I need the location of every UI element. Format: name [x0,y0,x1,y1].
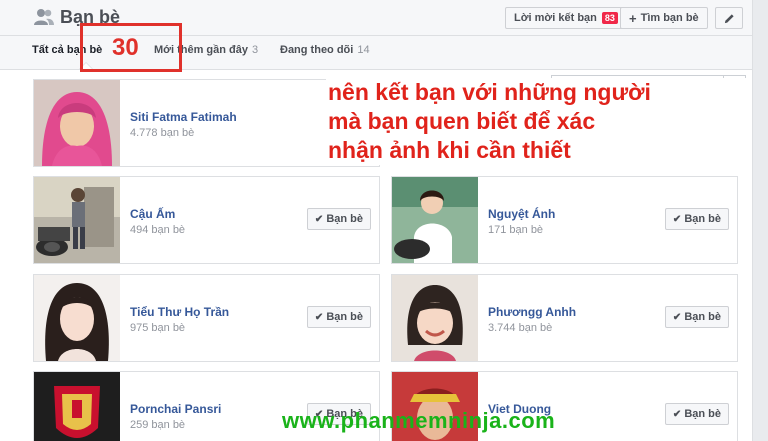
check-icon: ✔ [672,213,682,225]
friend-count: 171 bạn bè [488,224,544,236]
friend-photo[interactable] [392,275,478,361]
right-sidebar-edge [752,0,768,441]
friend-status-button[interactable]: ✔ Bạn bè [306,208,371,230]
friend-status-button[interactable]: ✔ Bạn bè [306,306,371,328]
check-icon: ✔ [314,213,324,225]
friend-name[interactable]: Nguyệt Ánh [488,207,555,221]
friend-card: Phươngg Anhh 3.744 bạn bè ✔ Bạn bè [391,274,738,362]
friend-count: 259 bạn bè [130,419,186,431]
advice-annotation: nên kết bạn với những người mà bạn quen … [326,78,746,165]
friend-count: 494 bạn bè [130,224,186,236]
friends-icon [34,9,54,25]
friend-photo[interactable] [34,177,120,263]
pencil-icon [724,13,734,23]
friend-name[interactable]: Cậu Ấm [130,207,175,221]
friend-card: Cậu Ấm 494 bạn bè ✔ Bạn bè [33,176,380,264]
friend-count: 975 bạn bè [130,322,186,334]
find-friends-button[interactable]: + Tìm bạn bè [620,7,708,29]
friend-name[interactable]: Tiểu Thư Họ Trần [130,305,229,319]
friend-requests-label: Lời mời kết bạn [514,12,597,24]
friend-count-annotation: 30 [112,34,139,61]
friend-count: 4.778 bạn bè [130,127,195,139]
site-watermark: www.phanmemninja.com [282,408,556,433]
friend-card: Tiểu Thư Họ Trần 975 bạn bè ✔ Bạn bè [33,274,380,362]
friend-photo[interactable] [34,372,120,441]
friend-count: 3.744 bạn bè [488,322,553,334]
friend-photo[interactable] [34,275,120,361]
friend-requests-button[interactable]: Lời mời kết bạn 83 [505,7,627,29]
friend-name[interactable]: Phươngg Anhh [488,305,576,319]
advice-line: nên kết bạn với những người [328,79,651,105]
friend-photo[interactable] [34,80,120,166]
friend-status-button[interactable]: ✔ Bạn bè [664,306,729,328]
advice-line: nhận ảnh khi cần thiết [328,137,571,163]
find-friends-label: Tìm bạn bè [640,12,699,24]
friend-photo[interactable] [392,177,478,263]
friend-name[interactable]: Siti Fatma Fatimah [130,110,237,124]
friend-status-button[interactable]: ✔ Bạn bè [664,208,729,230]
advice-line: mà bạn quen biết để xác [328,108,596,134]
friend-card: Nguyệt Ánh 171 bạn bè ✔ Bạn bè [391,176,738,264]
friend-name[interactable]: Pornchai Pansri [130,402,221,416]
plus-icon: + [629,10,637,26]
friend-status-button[interactable]: ✔ Bạn bè [664,403,729,425]
requests-count-badge: 83 [601,12,618,24]
check-icon: ✔ [314,311,324,323]
check-icon: ✔ [672,408,682,420]
edit-button[interactable] [715,7,743,29]
friends-page: Bạn bè Lời mời kết bạn 83 + Tìm bạn bè T… [0,0,768,441]
check-icon: ✔ [672,311,682,323]
tab-following[interactable]: Đang theo dõi 14 [280,44,370,56]
